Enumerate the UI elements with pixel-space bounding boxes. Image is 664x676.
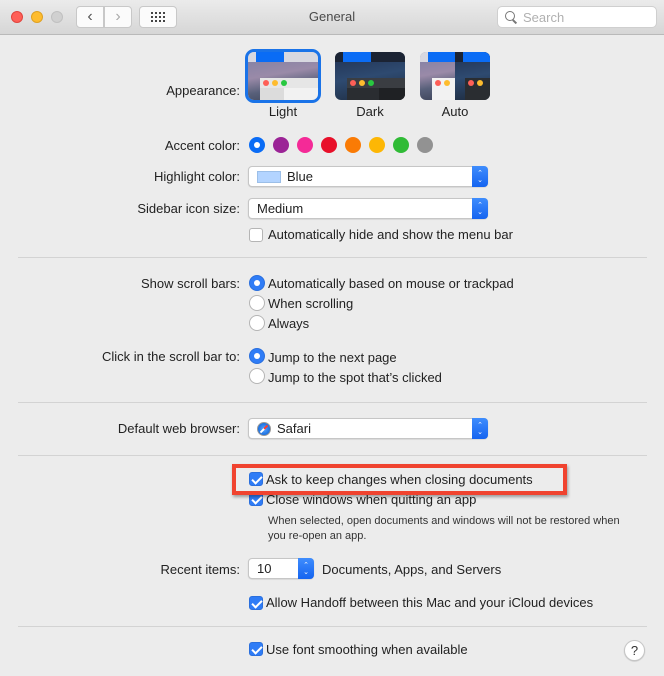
up-down-chevron-icon: ⌃ ⌄ [298, 558, 314, 579]
annotation-highlight-box [232, 464, 567, 495]
up-down-chevron-icon: ⌃ ⌄ [472, 198, 488, 219]
jump-next-page-radio[interactable] [249, 348, 265, 364]
highlight-color-popup[interactable]: Blue ⌃ ⌄ [248, 166, 488, 187]
sidebar-icon-size-popup[interactable]: Medium ⌃ ⌄ [248, 198, 488, 219]
search-input[interactable] [523, 9, 653, 25]
accent-color-purple[interactable] [273, 137, 289, 153]
jump-spot-clicked-label: Jump to the spot that’s clicked [268, 370, 442, 385]
up-down-chevron-icon: ⌃ ⌄ [472, 418, 488, 439]
appearance-label: Appearance: [166, 83, 240, 98]
accent-color-yellow[interactable] [369, 137, 385, 153]
highlight-swatch [257, 170, 281, 183]
font-smoothing-checkbox[interactable] [249, 642, 263, 656]
appearance-auto-option[interactable] [420, 52, 490, 100]
title-bar: ‹ › General [0, 0, 664, 35]
appearance-light-option[interactable] [245, 49, 321, 103]
accent-color-blue[interactable] [249, 137, 265, 153]
accent-color-green[interactable] [393, 137, 409, 153]
appearance-dark-option[interactable] [335, 52, 405, 100]
accent-color-pink[interactable] [297, 137, 313, 153]
close-windows-note: When selected, open documents and window… [268, 515, 620, 542]
recent-items-label: Recent items: [160, 562, 240, 577]
accent-color-label: Accent color: [164, 138, 240, 153]
appearance-auto-label: Auto [441, 104, 469, 119]
click-scroll-bar-label: Click in the scroll bar to: [102, 349, 240, 364]
default-browser-label: Default web browser: [117, 421, 240, 436]
highlight-color-label: Highlight color: [154, 169, 240, 184]
help-button[interactable]: ? [624, 640, 645, 661]
appearance-dark-label: Dark [356, 104, 384, 119]
jump-next-page-label: Jump to the next page [268, 350, 397, 365]
handoff-checkbox[interactable] [249, 596, 263, 610]
recent-items-popup[interactable]: 10 ⌃ ⌄ [248, 558, 314, 579]
accent-color-orange[interactable] [345, 137, 361, 153]
scroll-bars-auto-label: Automatically based on mouse or trackpad [268, 276, 514, 291]
handoff-label: Allow Handoff between this Mac and your … [266, 595, 594, 610]
search-icon [504, 10, 518, 24]
recent-items-value: 10 [257, 561, 272, 576]
separator [18, 402, 647, 403]
accent-color-graphite[interactable] [417, 137, 433, 153]
scroll-bars-when-scrolling-label: When scrolling [268, 296, 354, 311]
scroll-bars-always-label: Always [268, 316, 310, 331]
accent-color-red[interactable] [321, 137, 337, 153]
separator [18, 455, 647, 456]
sidebar-icon-size-label: Sidebar icon size: [137, 201, 240, 216]
menu-bar-label: Automatically hide and show the menu bar [268, 227, 513, 242]
search-field[interactable] [497, 6, 657, 28]
menu-bar-checkbox[interactable] [249, 228, 263, 242]
font-smoothing-label: Use font smoothing when available [266, 642, 468, 657]
jump-spot-clicked-radio[interactable] [249, 368, 265, 384]
highlight-color-value: Blue [287, 169, 314, 184]
scroll-bars-when-scrolling-radio[interactable] [249, 295, 265, 311]
separator [18, 257, 647, 258]
default-browser-popup[interactable]: Safari ⌃ ⌄ [248, 418, 488, 439]
recent-items-suffix: Documents, Apps, and Servers [322, 562, 502, 577]
separator [18, 626, 647, 627]
appearance-light-label: Light [268, 104, 298, 119]
safari-compass-icon [257, 421, 271, 436]
scroll-bars-auto-radio[interactable] [249, 275, 265, 291]
sidebar-icon-size-value: Medium [257, 201, 304, 216]
scroll-bars-always-radio[interactable] [249, 315, 265, 331]
up-down-chevron-icon: ⌃ ⌄ [472, 166, 488, 187]
show-scroll-bars-label: Show scroll bars: [141, 276, 240, 291]
default-browser-value: Safari [277, 421, 311, 436]
